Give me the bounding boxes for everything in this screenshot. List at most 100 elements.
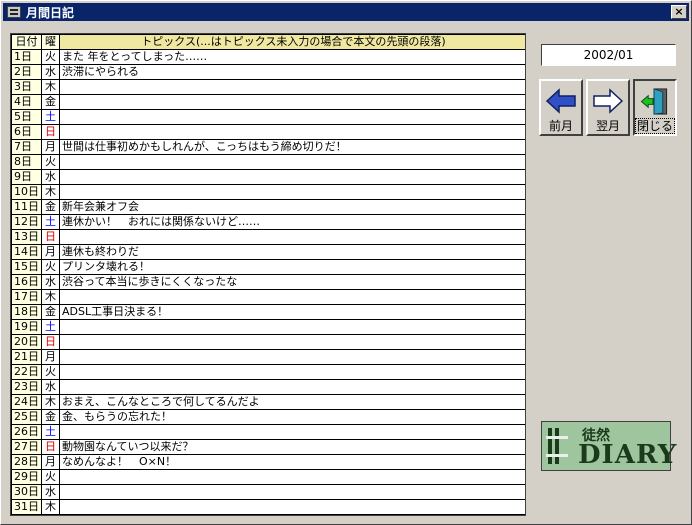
topic-cell[interactable]: 連休かい！ おれには関係ないけど…… <box>59 214 525 230</box>
day-cell[interactable]: 30日 <box>11 484 42 500</box>
weekday-cell[interactable]: 月 <box>41 139 60 155</box>
topic-cell[interactable] <box>59 289 525 305</box>
day-cell[interactable]: 15日 <box>11 259 42 275</box>
weekday-cell[interactable]: 金 <box>41 94 60 110</box>
table-row[interactable]: 8日火 <box>11 154 525 170</box>
day-cell[interactable]: 21日 <box>11 349 42 365</box>
weekday-cell[interactable]: 水 <box>41 379 60 395</box>
day-cell[interactable]: 19日 <box>11 319 42 335</box>
weekday-cell[interactable]: 月 <box>41 244 60 260</box>
topic-cell[interactable]: 動物園なんていつ以来だ？ <box>59 439 525 455</box>
table-row[interactable]: 30日水 <box>11 484 525 500</box>
weekday-cell[interactable]: 土 <box>41 109 60 125</box>
table-row[interactable]: 2日水渋滞にやられる <box>11 64 525 80</box>
topic-cell[interactable]: プリンタ壊れる！ <box>59 259 525 275</box>
table-row[interactable]: 23日水 <box>11 379 525 395</box>
topic-cell[interactable]: なめんなよ！ O×N！ <box>59 454 525 470</box>
table-row[interactable]: 12日土連休かい！ おれには関係ないけど…… <box>11 214 525 230</box>
window-close-button[interactable]: × <box>671 5 687 19</box>
day-cell[interactable]: 5日 <box>11 109 42 125</box>
day-cell[interactable]: 3日 <box>11 79 42 95</box>
topic-cell[interactable] <box>59 79 525 95</box>
topic-cell[interactable] <box>59 334 525 350</box>
topic-cell[interactable] <box>59 229 525 245</box>
table-row[interactable]: 26日土 <box>11 424 525 440</box>
table-row[interactable]: 10日木 <box>11 184 525 200</box>
day-cell[interactable]: 10日 <box>11 184 42 200</box>
weekday-cell[interactable]: 土 <box>41 319 60 335</box>
weekday-cell[interactable]: 日 <box>41 124 60 140</box>
table-row[interactable]: 27日日動物園なんていつ以来だ？ <box>11 439 525 455</box>
topic-cell[interactable] <box>59 109 525 125</box>
weekday-cell[interactable]: 木 <box>41 394 60 410</box>
topic-cell[interactable] <box>59 319 525 335</box>
weekday-cell[interactable]: 日 <box>41 229 60 245</box>
weekday-cell[interactable]: 月 <box>41 349 60 365</box>
topic-cell[interactable]: おまえ、こんなところで何してるんだよ <box>59 394 525 410</box>
table-row[interactable]: 9日水 <box>11 169 525 185</box>
table-row[interactable]: 18日金 ADSL工事日決まる！ <box>11 304 525 320</box>
topic-cell[interactable] <box>59 169 525 185</box>
topic-cell[interactable] <box>59 499 525 515</box>
day-cell[interactable]: 11日 <box>11 199 42 215</box>
table-row[interactable]: 3日木 <box>11 79 525 95</box>
column-header-day[interactable]: 日付 <box>11 34 42 50</box>
weekday-cell[interactable]: 金 <box>41 304 60 320</box>
day-cell[interactable]: 20日 <box>11 334 42 350</box>
weekday-cell[interactable]: 土 <box>41 424 60 440</box>
day-cell[interactable]: 26日 <box>11 424 42 440</box>
table-row[interactable]: 29日火 <box>11 469 525 485</box>
topic-cell[interactable]: 渋滞にやられる <box>59 64 525 80</box>
weekday-cell[interactable]: 日 <box>41 439 60 455</box>
weekday-cell[interactable]: 水 <box>41 169 60 185</box>
table-row[interactable]: 13日日 <box>11 229 525 245</box>
weekday-cell[interactable]: 火 <box>41 49 60 65</box>
table-row[interactable]: 21日月 <box>11 349 525 365</box>
day-cell[interactable]: 6日 <box>11 124 42 140</box>
day-cell[interactable]: 8日 <box>11 154 42 170</box>
topic-cell[interactable]: ADSL工事日決まる！ <box>59 304 525 320</box>
table-row[interactable]: 17日木 <box>11 289 525 305</box>
topic-cell[interactable] <box>59 424 525 440</box>
table-row[interactable]: 15日火プリンタ壊れる！ <box>11 259 525 275</box>
topic-cell[interactable]: 連休も終わりだ <box>59 244 525 260</box>
table-row[interactable]: 1日火また 年をとってしまった…… <box>11 49 525 65</box>
weekday-cell[interactable]: 火 <box>41 469 60 485</box>
weekday-cell[interactable]: 土 <box>41 214 60 230</box>
table-row[interactable]: 4日金 <box>11 94 525 110</box>
topic-cell[interactable] <box>59 349 525 365</box>
day-cell[interactable]: 2日 <box>11 64 42 80</box>
weekday-cell[interactable]: 水 <box>41 64 60 80</box>
day-cell[interactable]: 16日 <box>11 274 42 290</box>
weekday-cell[interactable]: 金 <box>41 409 60 425</box>
table-row[interactable]: 22日火 <box>11 364 525 380</box>
topic-cell[interactable]: 金、もらうの忘れた！ <box>59 409 525 425</box>
table-row[interactable]: 14日月連休も終わりだ <box>11 244 525 260</box>
table-row[interactable]: 28日月なめんなよ！ O×N！ <box>11 454 525 470</box>
weekday-cell[interactable]: 木 <box>41 499 60 515</box>
day-cell[interactable]: 23日 <box>11 379 42 395</box>
column-header-weekday[interactable]: 曜 <box>41 34 60 50</box>
weekday-cell[interactable]: 火 <box>41 364 60 380</box>
weekday-cell[interactable]: 水 <box>41 274 60 290</box>
topic-cell[interactable] <box>59 364 525 380</box>
topic-cell[interactable] <box>59 184 525 200</box>
day-cell[interactable]: 1日 <box>11 49 42 65</box>
day-cell[interactable]: 28日 <box>11 454 42 470</box>
topic-cell[interactable] <box>59 154 525 170</box>
next-month-button[interactable]: 翌月 <box>586 79 630 136</box>
table-row[interactable]: 16日水渋谷って本当に歩きにくくなったな <box>11 274 525 290</box>
day-cell[interactable]: 25日 <box>11 409 42 425</box>
weekday-cell[interactable]: 火 <box>41 259 60 275</box>
table-row[interactable]: 20日日 <box>11 334 525 350</box>
day-cell[interactable]: 27日 <box>11 439 42 455</box>
weekday-cell[interactable]: 水 <box>41 484 60 500</box>
table-row[interactable]: 25日金金、もらうの忘れた！ <box>11 409 525 425</box>
day-cell[interactable]: 18日 <box>11 304 42 320</box>
day-cell[interactable]: 4日 <box>11 94 42 110</box>
day-cell[interactable]: 9日 <box>11 169 42 185</box>
weekday-cell[interactable]: 木 <box>41 184 60 200</box>
topic-cell[interactable] <box>59 469 525 485</box>
table-row[interactable]: 5日土 <box>11 109 525 125</box>
day-cell[interactable]: 17日 <box>11 289 42 305</box>
